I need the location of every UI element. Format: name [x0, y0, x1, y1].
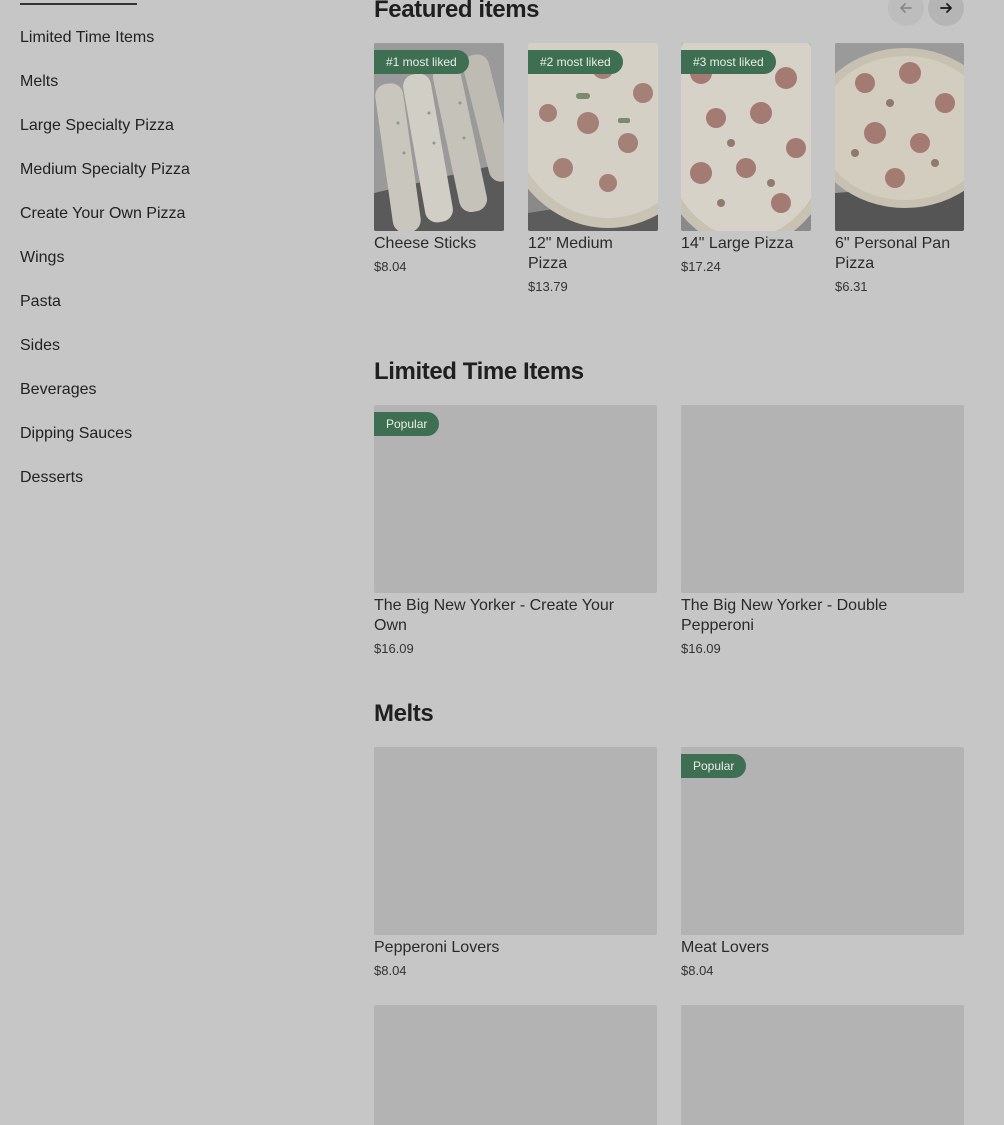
- item-price: $16.09: [374, 641, 414, 656]
- most-liked-badge: #2 most liked: [528, 50, 623, 74]
- item-price: $16.09: [681, 641, 721, 656]
- item-name: 14" Large Pizza: [681, 235, 794, 252]
- item-price: $8.04: [374, 259, 407, 274]
- arrow-right-icon: [940, 3, 952, 13]
- popular-badge: Popular: [681, 754, 747, 778]
- item-price: $13.79: [528, 279, 568, 294]
- menu-item-card[interactable]: Pepperoni Lovers $8.04: [374, 747, 657, 987]
- sidebar-item-melts[interactable]: Melts: [20, 72, 58, 92]
- arrow-left-icon: [900, 3, 912, 13]
- menu-item-card[interactable]: Popular Meat Lovers $8.04: [681, 747, 964, 987]
- item-price: $6.31: [835, 279, 868, 294]
- menu-item-card[interactable]: [374, 1005, 657, 1125]
- item-name: The Big New Yorker - Double Pepperoni: [681, 597, 888, 634]
- sidebar-item-large-specialty-pizza[interactable]: Large Specialty Pizza: [20, 116, 174, 136]
- item-name: The Big New Yorker - Create Your Own: [374, 597, 615, 634]
- item-name: 6" Personal Pan Pizza: [835, 235, 951, 272]
- sidebar-item-limited-time-items[interactable]: Limited Time Items: [20, 28, 154, 48]
- item-price: $8.04: [374, 963, 407, 978]
- item-price: $8.04: [681, 963, 714, 978]
- featured-items-heading: Featured items: [374, 0, 540, 23]
- item-name: Meat Lovers: [681, 939, 770, 956]
- item-image-placeholder: [681, 405, 964, 593]
- menu-item-card[interactable]: Popular The Big New Yorker - Create Your…: [374, 405, 657, 665]
- popular-badge: Popular: [374, 412, 440, 436]
- sidebar-item-wings[interactable]: Wings: [20, 248, 64, 268]
- item-price: $17.24: [681, 259, 721, 274]
- most-liked-badge: #1 most liked: [374, 50, 469, 74]
- sidebar-item-beverages[interactable]: Beverages: [20, 380, 97, 400]
- melts-heading: Melts: [374, 700, 434, 727]
- menu-item-card[interactable]: The Big New Yorker - Double Pepperoni $1…: [681, 405, 964, 665]
- limited-time-items-heading: Limited Time Items: [374, 358, 584, 385]
- featured-item-card[interactable]: 6" Personal Pan Pizza $6.31: [835, 43, 964, 303]
- sidebar-item-sides[interactable]: Sides: [20, 336, 60, 356]
- item-image-placeholder: [374, 1005, 657, 1125]
- featured-item-card[interactable]: #3 most liked 14" Large Pizza $17.24: [681, 43, 811, 283]
- item-image-placeholder: [681, 1005, 964, 1125]
- item-name: Cheese Sticks: [374, 235, 477, 252]
- item-name: 12" Medium Pizza: [528, 235, 613, 272]
- featured-item-card[interactable]: #2 most liked 12" Medium Pizza $13.79: [528, 43, 658, 303]
- sidebar-item-dipping-sauces[interactable]: Dipping Sauces: [20, 424, 132, 444]
- sidebar-item-create-your-own-pizza[interactable]: Create Your Own Pizza: [20, 204, 185, 224]
- sidebar-item-desserts[interactable]: Desserts: [20, 468, 83, 488]
- item-name: Pepperoni Lovers: [374, 939, 500, 956]
- item-image-placeholder: [374, 747, 657, 935]
- carousel-next-button[interactable]: [928, 0, 964, 26]
- featured-item-card[interactable]: #1 most liked Cheese Sticks $8.04: [374, 43, 504, 283]
- menu-item-card[interactable]: [681, 1005, 964, 1125]
- carousel-prev-button[interactable]: [888, 0, 924, 26]
- sidebar-item-medium-specialty-pizza[interactable]: Medium Specialty Pizza: [20, 160, 190, 180]
- most-liked-badge: #3 most liked: [681, 50, 776, 74]
- sidebar-item-pasta[interactable]: Pasta: [20, 292, 61, 312]
- item-image: [835, 43, 964, 231]
- sidebar-active-indicator: [20, 3, 137, 5]
